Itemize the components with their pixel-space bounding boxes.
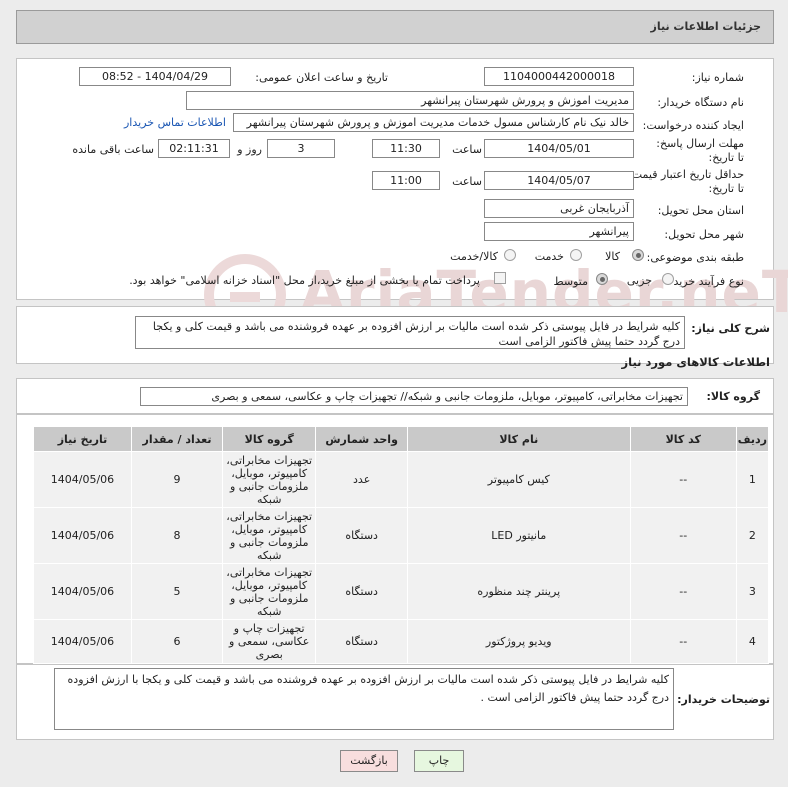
back-button[interactable]: بازگشت bbox=[340, 750, 398, 772]
table-row: 4 -- ویدیو پروژکتور دستگاه تجهیزات چاپ و… bbox=[33, 619, 770, 664]
category-label: طبقه بندی موضوعی: bbox=[646, 251, 744, 264]
category-radio-goods[interactable] bbox=[632, 249, 644, 261]
cell-code: -- bbox=[629, 563, 737, 620]
col-name: نام کالا bbox=[406, 426, 631, 452]
cell-code: -- bbox=[629, 507, 737, 564]
buyer-org-field: مدیریت اموزش و پرورش شهرستان پیرانشهر bbox=[186, 91, 634, 110]
cell-date: 1404/05/06 bbox=[33, 507, 132, 564]
col-qty: تعداد / مقدار bbox=[130, 426, 224, 452]
deadline-time-label: ساعت bbox=[452, 143, 482, 156]
cell-qty: 6 bbox=[130, 619, 224, 664]
cell-row: 4 bbox=[735, 619, 770, 664]
creator-label: ایجاد کننده درخواست: bbox=[642, 119, 744, 132]
days-field: 3 bbox=[267, 139, 335, 158]
cell-name: پرینتر چند منظوره bbox=[406, 563, 631, 620]
cell-code: -- bbox=[629, 619, 737, 664]
announce-label: تاریخ و ساعت اعلان عمومی: bbox=[255, 71, 388, 84]
cell-name: کیس کامپیوتر bbox=[406, 451, 631, 508]
col-unit: واحد شمارش bbox=[315, 426, 408, 452]
col-date: تاریخ نیاز bbox=[33, 426, 132, 452]
cell-row: 2 bbox=[735, 507, 770, 564]
deadline-label: مهلت ارسال پاسخ: تا تاریخ: bbox=[656, 137, 744, 164]
buyer-org-label: نام دستگاه خریدار: bbox=[657, 96, 744, 109]
cell-group: تجهیزات چاپ و عکاسی، سمعی و بصری bbox=[221, 619, 317, 664]
cell-unit: دستگاه bbox=[315, 563, 408, 620]
process-label: نوع فرآیند خرید : bbox=[666, 275, 744, 288]
cell-qty: 8 bbox=[130, 507, 224, 564]
buyer-notes-label: توضیحات خریدار: bbox=[677, 693, 770, 706]
page-header: جزئیات اطلاعات نیاز bbox=[16, 10, 774, 44]
cell-row: 1 bbox=[735, 451, 770, 508]
province-field: آذربایجان غربی bbox=[484, 199, 634, 218]
process-option-minor: جزیی bbox=[626, 274, 652, 287]
payment-note: پرداخت تمام یا بخشی از مبلغ خرید،از محل … bbox=[129, 274, 480, 287]
goods-section-title: اطلاعات کالاهای مورد نیاز bbox=[621, 355, 770, 369]
creator-field: خالد نیک نام کارشناس مسول خدمات مدیریت ا… bbox=[233, 113, 634, 132]
print-button[interactable]: چاپ bbox=[414, 750, 464, 772]
remaining-time-field: 02:11:31 bbox=[158, 139, 230, 158]
process-radio-medium[interactable] bbox=[596, 273, 608, 285]
city-label: شهر محل تحویل: bbox=[664, 228, 744, 241]
category-option-both: کالا/خدمت bbox=[450, 250, 498, 263]
deadline-date-field: 1404/05/01 bbox=[484, 139, 634, 158]
col-code: کد کالا bbox=[629, 426, 737, 452]
need-number-label: شماره نیاز: bbox=[691, 71, 744, 84]
buyer-notes-textarea[interactable]: کلیه شرایط در فایل پیوستی ذکر شده است ما… bbox=[54, 668, 674, 730]
cell-unit: دستگاه bbox=[315, 507, 408, 564]
process-option-medium: متوسط bbox=[553, 275, 588, 288]
table-row: 1 -- کیس کامپیوتر عدد تجهیزات مخابراتی، … bbox=[33, 451, 770, 508]
cell-group: تجهیزات مخابراتی، کامپیوتر، موبایل، ملزو… bbox=[221, 451, 317, 508]
payment-treasury-checkbox[interactable] bbox=[494, 272, 506, 284]
cell-group: تجهیزات مخابراتی، کامپیوتر، موبایل، ملزو… bbox=[221, 507, 317, 564]
deadline-time-field: 11:30 bbox=[372, 139, 440, 158]
col-group: گروه کالا bbox=[221, 426, 317, 452]
cell-code: -- bbox=[629, 451, 737, 508]
goods-group-field: تجهیزات مخابراتی، کامپیوتر، موبایل، ملزو… bbox=[140, 387, 688, 406]
contact-buyer-link[interactable]: اطلاعات تماس خریدار bbox=[124, 116, 226, 129]
cell-unit: دستگاه bbox=[315, 619, 408, 664]
cell-date: 1404/05/06 bbox=[33, 619, 132, 664]
table-row: 3 -- پرینتر چند منظوره دستگاه تجهیزات مخ… bbox=[33, 563, 770, 620]
items-table: ردیف کد کالا نام کالا واحد شمارش گروه کا… bbox=[33, 426, 770, 664]
category-radio-service[interactable] bbox=[570, 249, 582, 261]
cell-date: 1404/05/06 bbox=[33, 451, 132, 508]
validity-time-field: 11:00 bbox=[372, 171, 440, 190]
need-number-field: 1104000442000018 bbox=[484, 67, 634, 86]
cell-row: 3 bbox=[735, 563, 770, 620]
items-header-row: ردیف کد کالا نام کالا واحد شمارش گروه کا… bbox=[33, 426, 770, 452]
cell-name: مانیتور LED bbox=[406, 507, 631, 564]
page-title: جزئیات اطلاعات نیاز bbox=[650, 20, 762, 33]
table-row: 2 -- مانیتور LED دستگاه تجهیزات مخابراتی… bbox=[33, 507, 770, 564]
cell-qty: 9 bbox=[130, 451, 224, 508]
description-textarea[interactable]: کلیه شرایط در فایل پیوستی ذکر شده است ما… bbox=[135, 316, 685, 349]
validity-date-field: 1404/05/07 bbox=[484, 171, 634, 190]
city-field: پیرانشهر bbox=[484, 222, 634, 241]
cell-unit: عدد bbox=[315, 451, 408, 508]
province-label: استان محل تحویل: bbox=[657, 204, 744, 217]
cell-date: 1404/05/06 bbox=[33, 563, 132, 620]
cell-qty: 5 bbox=[130, 563, 224, 620]
cell-name: ویدیو پروژکتور bbox=[406, 619, 631, 664]
process-radio-minor[interactable] bbox=[662, 273, 674, 285]
announce-field: 1404/04/29 - 08:52 bbox=[79, 67, 231, 86]
goods-group-label: گروه کالا: bbox=[706, 390, 760, 403]
validity-label: حداقل تاریخ اعتبار قیمت: تا تاریخ: bbox=[628, 168, 744, 195]
days-label: روز و bbox=[237, 143, 262, 156]
category-option-service: خدمت bbox=[534, 250, 564, 263]
description-label: شرح کلی نیاز: bbox=[691, 322, 770, 335]
cell-group: تجهیزات مخابراتی، کامپیوتر، موبایل، ملزو… bbox=[221, 563, 317, 620]
category-option-goods: کالا bbox=[605, 250, 620, 263]
remaining-label: ساعت باقی مانده bbox=[72, 143, 154, 156]
validity-time-label: ساعت bbox=[452, 175, 482, 188]
col-row: ردیف bbox=[735, 426, 770, 452]
category-radio-both[interactable] bbox=[504, 249, 516, 261]
